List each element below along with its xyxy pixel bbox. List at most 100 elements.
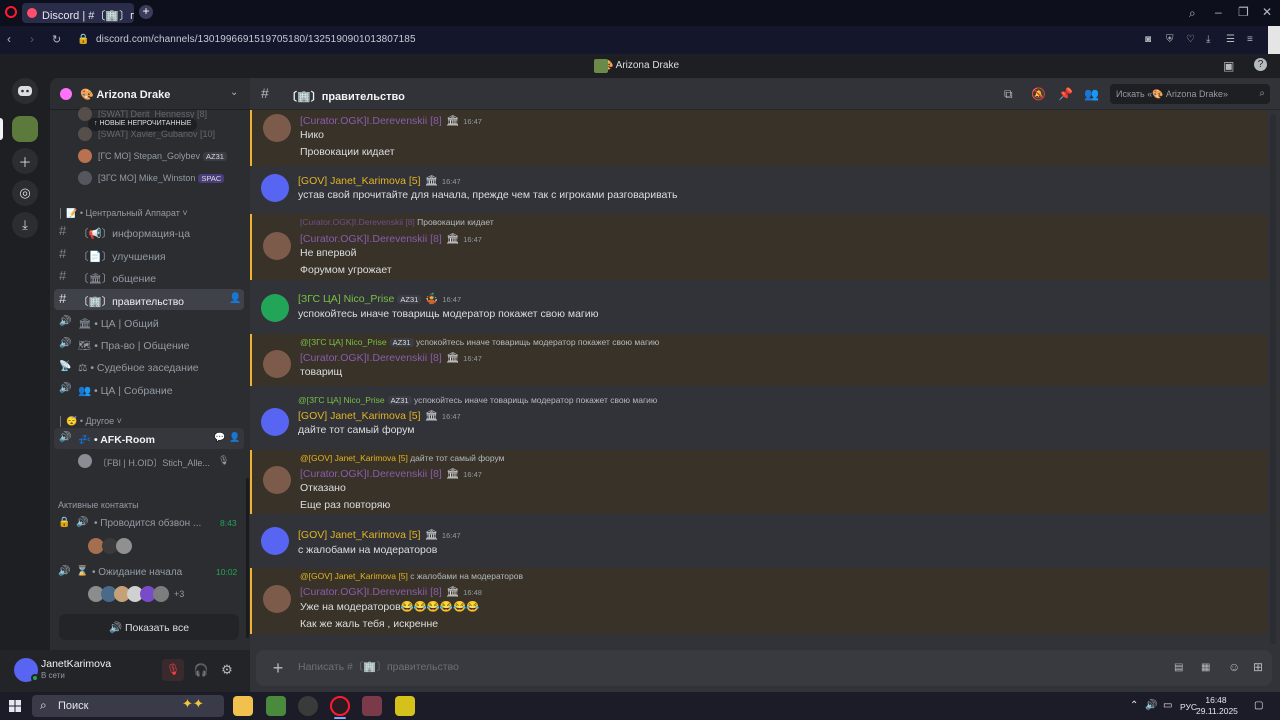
download-apps-icon[interactable]: ⤓ (12, 212, 38, 238)
shield-icon[interactable]: ⛨ (1166, 33, 1174, 47)
message-input[interactable] (298, 661, 1138, 673)
inbox-icon[interactable]: ▣ (1223, 59, 1234, 73)
username[interactable]: JanetKarimova (41, 658, 111, 670)
taskbar-clock[interactable]: 16:48 29.11.2025 (1196, 695, 1238, 717)
sidebar-scrollbar[interactable] (246, 478, 249, 638)
pin-icon[interactable]: 📌 (1058, 87, 1073, 101)
message[interactable]: @[ЗГС ЦА] Nico_Prise AZ31 успокойтесь ина… (250, 392, 1268, 442)
category-central[interactable]: │ 📝 • Центральный Аппарат ˅ (58, 208, 188, 219)
channel-general[interactable]: # 〔🏛〕общение (54, 266, 244, 287)
message[interactable]: [Curator.OGK]I.Derevenskii [8] 🏛 16:47 Ник… (250, 110, 1268, 166)
avatar[interactable] (261, 527, 289, 555)
message[interactable]: @[GOV] Janet_Karimova [5] дайте тот самы… (250, 450, 1268, 514)
message[interactable]: [Curator.OGK]I.Derevenskii [8] Провокаци… (250, 214, 1268, 280)
app-green-icon[interactable] (266, 696, 286, 716)
download-icon[interactable]: ⤓ (1206, 33, 1210, 47)
new-tab-button[interactable]: + (139, 5, 153, 19)
reply-preview[interactable]: @[GOV] Janet_Karimova [5] дайте тот самы… (300, 453, 505, 463)
channel-info-ca[interactable]: # 〔📢〕информация-ца (54, 221, 244, 242)
maximize-icon[interactable]: ❐ (1238, 5, 1249, 19)
opera-taskbar-icon[interactable] (330, 696, 350, 716)
network-icon[interactable]: ▭ (1163, 699, 1172, 713)
url-field[interactable]: discord.com/channels/1301996691519705180… (96, 34, 416, 45)
activity-1[interactable]: 🔒 🔊 • Проводится обзвон ... 8:43 (58, 516, 244, 534)
message[interactable]: @[GOV] Janet_Karimova [5] с жалобами на … (250, 568, 1268, 634)
voice-ca-general[interactable]: 🔊 🏛 • ЦА | Общий (54, 312, 244, 333)
app-yellow-icon[interactable] (395, 696, 415, 716)
voice-pravo[interactable]: 🔊 🗺 • Пра-во | Общение (54, 334, 244, 355)
channel-sidebar: 🎨 Arizona Drake ⌄ [SWAT] Derit_Hennessy … (50, 78, 250, 650)
add-member-icon[interactable]: 👤 (229, 293, 241, 304)
direct-messages-button[interactable] (12, 78, 38, 104)
members-icon[interactable]: 👥 (1084, 87, 1099, 101)
avatar[interactable] (263, 350, 291, 378)
chat-scrollbar[interactable] (1270, 114, 1276, 644)
volume-icon[interactable]: 🔊 (1145, 699, 1157, 713)
language-indicator[interactable]: РУС (1180, 702, 1197, 712)
stage-court[interactable]: 📡 ⚖ • Судебное заседание (54, 357, 244, 378)
headphones-icon[interactable]: 🎧 (190, 659, 212, 681)
browser-tab[interactable]: Discord | #〔🏢〕правит (22, 3, 134, 23)
apps-icon[interactable]: ⊞ (1253, 660, 1263, 674)
reply-preview[interactable]: @[ЗГС ЦА] Nico_Prise AZ31 успокойтесь ина… (298, 395, 657, 405)
threads-icon[interactable]: ⧉ (1004, 87, 1013, 101)
notifications-muted-icon[interactable]: 🔕 (1031, 87, 1046, 101)
tray-chevron-icon[interactable]: ⌃ (1130, 699, 1138, 713)
category-other[interactable]: │ 😴 • Другое ˅ (58, 416, 122, 427)
gear-icon[interactable]: ⚙ (216, 659, 238, 681)
avatar[interactable] (263, 466, 291, 494)
add-server-button[interactable]: ＋ (12, 148, 38, 174)
back-icon[interactable]: ‹ (7, 32, 11, 46)
message[interactable]: [GOV] Janet_Karimova [5] 🏛 16:47 с жалобам… (250, 526, 1268, 562)
reply-preview[interactable]: @[GOV] Janet_Karimova [5] с жалобами на … (300, 571, 523, 581)
file-explorer-icon[interactable] (233, 696, 253, 716)
channel-government[interactable]: # 〔🏢〕правительство 👤 (54, 289, 244, 310)
opera-logo-icon[interactable] (5, 6, 17, 18)
reload-icon[interactable]: ↻ (52, 33, 61, 47)
guild-header[interactable]: 🎨 Arizona Drake ⌄ (50, 78, 250, 110)
avatar[interactable] (263, 585, 291, 613)
message[interactable]: [ЗГС ЦА] Nico_Prise AZ31 🤹 16:47 успокойтес… (250, 290, 1268, 326)
avatar[interactable] (261, 294, 289, 322)
activity-2[interactable]: 🔊 ⌛ • Ожидание начала 10:02 (58, 565, 244, 583)
channel-improvements[interactable]: # 〔📄〕улучшения (54, 244, 244, 265)
attach-plus-icon[interactable]: + (268, 658, 288, 678)
app-s-icon[interactable] (298, 696, 318, 716)
search-tabs-icon[interactable]: ⌕ (1189, 6, 1196, 20)
add-member-icon[interactable]: 👤 (229, 432, 240, 443)
role-icon: 🏛 (424, 175, 438, 187)
app-avatar-icon[interactable] (362, 696, 382, 716)
message[interactable]: @[ЗГС ЦА] Nico_Prise AZ31 успокойтесь ина… (250, 334, 1268, 386)
heart-icon[interactable]: ♡ (1186, 33, 1195, 47)
sticker-icon[interactable]: ▦ (1201, 661, 1210, 675)
discover-icon[interactable]: ◎ (12, 180, 38, 206)
gif-icon[interactable]: ▤ (1174, 661, 1183, 675)
reply-preview[interactable]: @[ЗГС ЦА] Nico_Prise AZ31 успокойтесь ина… (300, 337, 659, 347)
easy-setup-icon[interactable]: ≡ (1247, 33, 1253, 47)
server-arizona-drake[interactable] (12, 116, 38, 142)
minimize-icon[interactable]: – (1215, 5, 1222, 19)
menu-icon[interactable]: ☰ (1226, 33, 1235, 47)
voice-ca-meeting[interactable]: 🔊 👥 • ЦА | Собрание (54, 379, 244, 400)
taskbar-search[interactable]: ⌕ Поиск ✦✦ (32, 695, 224, 717)
avatar[interactable] (261, 174, 289, 202)
speaker-active-icon: 🔊 (59, 432, 72, 443)
reply-preview[interactable]: [Curator.OGK]I.Derevenskii [8] Провокаци… (300, 217, 494, 227)
forward-icon[interactable]: › (30, 32, 34, 46)
avatar[interactable] (263, 232, 291, 260)
mute-mic-icon[interactable]: 🎙 (162, 659, 184, 681)
show-all-button[interactable]: 🔊 Показать все (59, 614, 239, 640)
message[interactable]: [GOV] Janet_Karimova [5] 🏛 16:47 устав сво… (250, 170, 1268, 206)
avatar[interactable] (261, 408, 289, 436)
search-input[interactable]: Искать «🎨 Arizona Drake» ⌕ (1110, 84, 1270, 104)
help-icon[interactable]: ? (1254, 58, 1267, 71)
chat-bubble-icon[interactable]: 💬 (214, 432, 225, 443)
notifications-icon[interactable]: ▢ (1254, 699, 1263, 713)
close-window-icon[interactable]: ✕ (1262, 5, 1272, 19)
voice-afk-room[interactable]: 🔊 💤 • AFK-Room 💬 👤 (54, 428, 244, 449)
emoji-icon[interactable]: ☺ (1228, 660, 1240, 674)
chevron-down-icon[interactable]: ⌄ (230, 86, 238, 100)
avatar[interactable] (263, 114, 291, 142)
windows-start-icon[interactable] (9, 700, 21, 712)
camera-icon[interactable]: ◙ (1145, 33, 1151, 47)
